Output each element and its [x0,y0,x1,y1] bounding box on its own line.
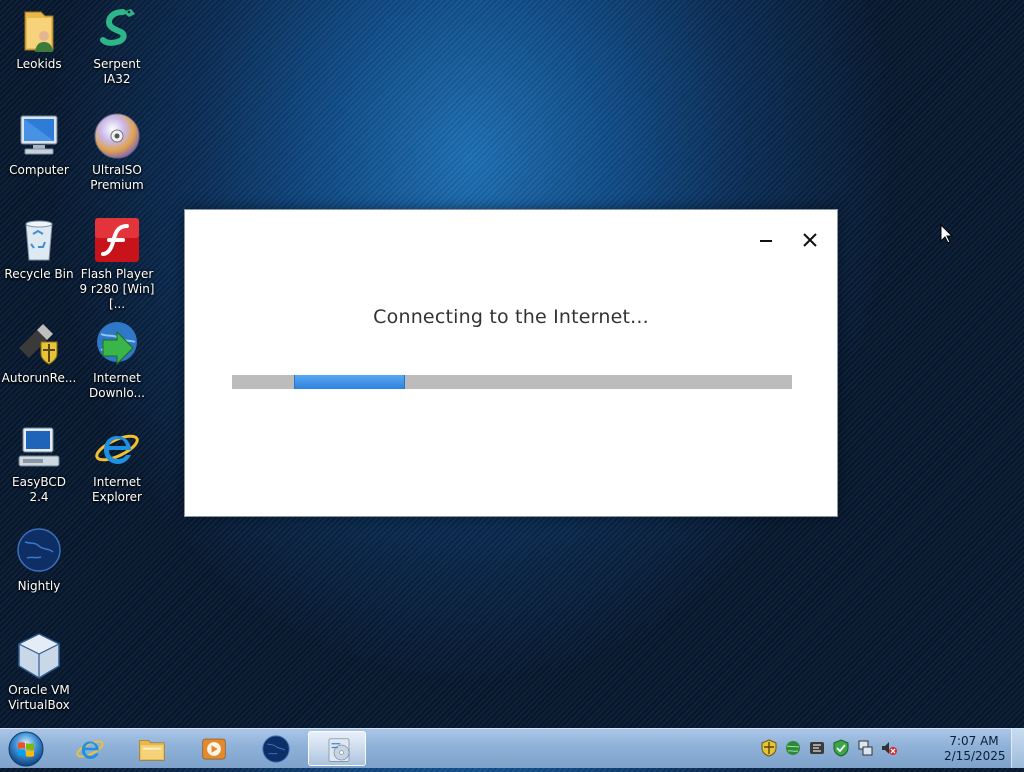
utility-icon[interactable] [808,739,826,757]
desktop-icon-label: Computer [9,163,69,177]
taskbar-clock[interactable]: 7:07 AM 2/15/2025 [944,734,1006,764]
virtualbox-icon [17,633,61,679]
desktop-icon-easybcd[interactable]: EasyBCD 2.4 [1,424,77,505]
minimize-icon [760,240,772,242]
easybcd-icon [18,427,60,467]
desktop-icon-flash-player[interactable]: Flash Player 9 r280 [Win] [... [79,216,155,312]
close-icon [803,233,817,247]
minimize-button[interactable] [753,228,779,252]
taskbar-item-internet-explorer[interactable] [60,731,118,766]
dialog-status-text: Connecting to the Internet... [373,306,649,328]
desktop-icon-label: Internet Explorer [92,475,142,504]
usb-shield-icon [19,324,58,365]
start-button[interactable] [4,730,48,768]
setup-disc-icon [328,738,350,762]
taskbar-item-setup[interactable] [308,731,366,766]
folder-icon [139,739,165,761]
network-globe-icon[interactable] [784,739,802,757]
desktop-icon-recycle-bin[interactable]: Recycle Bin [1,216,77,282]
ie-icon [95,434,139,464]
shield-icon[interactable] [760,739,778,757]
clock-time: 7:07 AM [949,734,999,748]
computer-icon [20,115,58,155]
taskbar-item-file-explorer[interactable] [122,731,180,766]
connecting-dialog: Connecting to the Internet... [184,209,838,517]
desktop-icon-label: UltraISO Premium [90,163,144,192]
desktop-icon-label: AutorunRe... [1,371,77,385]
taskbar: 7:07 AM 2/15/2025 [0,728,1024,768]
serpent-icon [100,9,135,46]
desktop-icon-virtualbox[interactable]: Oracle VM VirtualBox [1,632,77,713]
disc-icon [94,113,140,159]
desktop-icon-autorunre[interactable]: AutorunRe... [1,320,77,386]
desktop-icon-ultraiso[interactable]: UltraISO Premium [79,112,155,193]
desktop-icon-label: Oracle VM VirtualBox [8,683,70,712]
network-icon[interactable] [856,739,874,757]
download-globe-icon [97,322,137,366]
security-check-icon[interactable] [832,739,850,757]
recycle-bin-icon [25,220,53,261]
media-player-icon [202,738,226,760]
user-folder-icon [24,11,54,52]
clock-date: 2/15/2025 [944,749,1006,763]
desktop-icon-nightly[interactable]: Nightly [1,528,77,594]
close-button[interactable] [797,228,823,252]
desktop-icon-label: Nightly [17,579,61,593]
mouse-pointer-icon [940,224,954,244]
desktop-icon-label: Flash Player 9 r280 [Win] [... [79,267,155,311]
flash-icon [95,218,139,262]
desktop-icon-computer[interactable]: Computer [1,112,77,178]
nightly-globe-icon [17,528,61,572]
nightly-globe-icon [262,735,290,763]
desktop-icon-internet-explorer[interactable]: Internet Explorer [79,424,155,505]
desktop-icon-leokids[interactable]: Leokids [1,6,77,72]
desktop-icon-label: EasyBCD 2.4 [12,475,66,504]
windows-orb-icon [8,731,44,767]
show-desktop-button[interactable] [1011,729,1024,768]
taskbar-item-nightly[interactable] [246,731,304,766]
ie-icon [76,740,104,759]
speaker-muted-icon[interactable] [880,739,898,757]
desktop-icon-label: Leokids [16,57,62,71]
taskbar-item-media-player[interactable] [184,731,242,766]
desktop-icon-label: Internet Downlo... [89,371,145,400]
desktop-icon-internet-download-manager[interactable]: Internet Downlo... [79,320,155,401]
desktop-icon-label: Serpent IA32 [93,57,141,86]
progress-bar [232,375,792,389]
desktop-icon-label: Recycle Bin [4,267,74,281]
desktop-icon-serpent[interactable]: Serpent IA32 [79,6,155,87]
progress-bar-fill [294,375,405,389]
